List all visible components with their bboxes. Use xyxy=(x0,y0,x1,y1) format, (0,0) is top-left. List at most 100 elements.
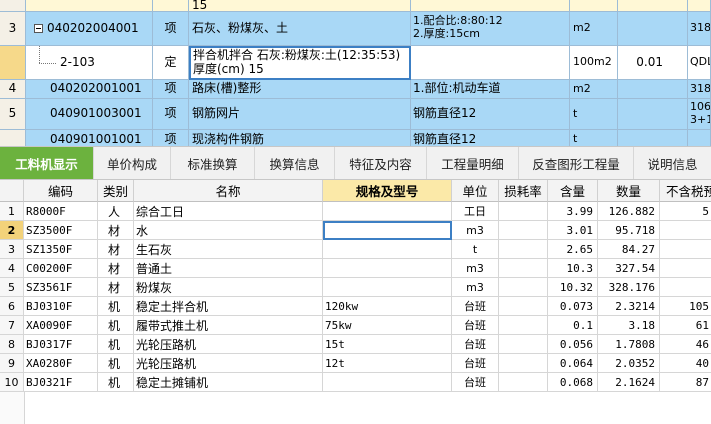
tab-reverse-lookup[interactable]: 反查图形工程量 xyxy=(519,147,634,179)
table-row[interactable]: 6 BJ0310F 机稳定土拌合机 120kw 台班 0.073 2.3214 105 xyxy=(0,297,711,316)
category-cell[interactable]: 机 xyxy=(98,297,134,316)
table-row[interactable]: 8 BJ0317F 机光轮压路机 15t 台班 0.056 1.7808 46 xyxy=(0,335,711,354)
tab-description[interactable]: 说明信息 xyxy=(634,147,711,179)
table-row[interactable]: 2-103 定 拌合机拌合 石灰:粉煤灰:土(12:35:53) 厚度(cm) … xyxy=(0,46,711,80)
qty-cell[interactable] xyxy=(618,99,688,130)
code-cell[interactable]: SZ3561F xyxy=(24,278,98,297)
code-cell[interactable]: BJ0321F xyxy=(24,373,98,392)
unit-cell[interactable]: 项 xyxy=(153,130,189,146)
row-header[interactable] xyxy=(0,0,26,12)
tab-unit-price-composition[interactable]: 单价构成 xyxy=(94,147,171,179)
quantity-cell[interactable]: 328.176 xyxy=(598,278,660,297)
table-row[interactable]: 3 SZ1350F 材生石灰 t 2.65 84.27 xyxy=(0,240,711,259)
content-cell[interactable]: 10.3 xyxy=(548,259,598,278)
row-header[interactable]: 4 xyxy=(0,80,26,99)
price-cell[interactable] xyxy=(660,259,711,278)
table-row[interactable]: 5 SZ3561F 材粉煤灰 m3 10.32 328.176 xyxy=(0,278,711,297)
name-cell[interactable]: 粉煤灰 xyxy=(134,278,323,297)
unit-cell[interactable]: 台班 xyxy=(452,297,499,316)
unit-cell[interactable]: 项 xyxy=(153,99,189,130)
loss-rate-cell[interactable] xyxy=(499,240,548,259)
price-cell[interactable]: 46 xyxy=(660,335,711,354)
spec-cell[interactable]: 15t xyxy=(323,335,452,354)
quantity-cell[interactable]: 327.54 xyxy=(598,259,660,278)
unit-cell[interactable]: 工日 xyxy=(452,202,499,221)
category-cell[interactable]: 材 xyxy=(98,240,134,259)
spec-cell[interactable] xyxy=(323,202,452,221)
code-cell[interactable]: 040901001001 xyxy=(26,130,153,146)
unit-cell[interactable] xyxy=(153,0,189,12)
measure-cell[interactable]: m2 xyxy=(570,80,618,99)
code-cell[interactable]: SZ1350F xyxy=(24,240,98,259)
spec-cell[interactable]: 120kw xyxy=(323,297,452,316)
name-cell-editing[interactable]: 拌合机拌合 石灰:粉煤灰:土(12:35:53) 厚度(cm) 15 xyxy=(189,46,411,80)
row-number[interactable]: 10 xyxy=(0,373,24,392)
code-cell[interactable]: 040901003001 xyxy=(26,99,153,130)
code-cell[interactable]: 040202004001 xyxy=(26,12,153,46)
col-header-price[interactable]: 不含税预 xyxy=(660,180,711,202)
category-cell[interactable]: 材 xyxy=(98,221,134,240)
loss-rate-cell[interactable] xyxy=(499,316,548,335)
content-cell[interactable]: 0.056 xyxy=(548,335,598,354)
spec-cell[interactable]: 75kw xyxy=(323,316,452,335)
col-header-spec[interactable]: 规格及型号 xyxy=(323,180,452,202)
col-header-loss-rate[interactable]: 损耗率 xyxy=(499,180,548,202)
row-number[interactable]: 8 xyxy=(0,335,24,354)
col-header-unit[interactable]: 单位 xyxy=(452,180,499,202)
unit-cell[interactable]: m3 xyxy=(452,259,499,278)
content-cell[interactable]: 3.01 xyxy=(548,221,598,240)
category-cell[interactable]: 机 xyxy=(98,354,134,373)
price-cell[interactable] xyxy=(688,130,711,146)
row-number[interactable]: 2 xyxy=(0,221,24,240)
table-row[interactable]: 3 040202004001 项 石灰、粉煤灰、土 1.配合比:8:80:12 … xyxy=(0,12,711,46)
unit-cell[interactable]: 项 xyxy=(153,80,189,99)
row-number[interactable]: 5 xyxy=(0,278,24,297)
col-header-content[interactable]: 含量 xyxy=(548,180,598,202)
tab-conversion-info[interactable]: 换算信息 xyxy=(255,147,335,179)
table-row[interactable]: 1 R8000F 人综合工日 工日 3.99 126.882 5 xyxy=(0,202,711,221)
table-row[interactable]: 2 SZ3500F 材水 m3 3.01 95.718 xyxy=(0,221,711,240)
desc-cell[interactable]: 钢筋直径12 xyxy=(411,130,570,146)
row-header[interactable]: 3 xyxy=(0,12,26,46)
unit-cell[interactable]: t xyxy=(452,240,499,259)
row-header[interactable]: 5 xyxy=(0,99,26,130)
name-cell[interactable]: 现浇构件钢筋 xyxy=(189,130,411,146)
loss-rate-cell[interactable] xyxy=(499,335,548,354)
loss-rate-cell[interactable] xyxy=(499,354,548,373)
unit-cell[interactable]: 台班 xyxy=(452,354,499,373)
col-header-code[interactable]: 编码 xyxy=(24,180,98,202)
name-cell[interactable]: 光轮压路机 xyxy=(134,354,323,373)
name-cell[interactable]: 普通土 xyxy=(134,259,323,278)
content-cell[interactable]: 0.064 xyxy=(548,354,598,373)
category-cell[interactable]: 材 xyxy=(98,278,134,297)
name-cell[interactable]: 履带式推土机 xyxy=(134,316,323,335)
name-cell[interactable]: 稳定土摊铺机 xyxy=(134,373,323,392)
measure-cell[interactable]: t xyxy=(570,130,618,146)
price-cell[interactable]: 87 xyxy=(660,373,711,392)
name-cell[interactable]: 稳定土拌合机 xyxy=(134,297,323,316)
unit-cell[interactable]: 台班 xyxy=(452,373,499,392)
price-cell[interactable]: 105 xyxy=(660,297,711,316)
spec-cell[interactable] xyxy=(323,259,452,278)
content-cell[interactable]: 0.068 xyxy=(548,373,598,392)
measure-cell[interactable]: m2 xyxy=(570,12,618,46)
row-number[interactable]: 3 xyxy=(0,240,24,259)
content-cell[interactable]: 0.1 xyxy=(548,316,598,335)
measure-cell[interactable]: 100m2 xyxy=(570,46,618,80)
spec-cell[interactable]: 12t xyxy=(323,354,452,373)
desc-cell[interactable]: 钢筋直径12 xyxy=(411,99,570,130)
category-cell[interactable]: 机 xyxy=(98,316,134,335)
desc-cell[interactable] xyxy=(411,0,570,12)
content-cell[interactable]: 2.65 xyxy=(548,240,598,259)
col-header-category[interactable]: 类别 xyxy=(98,180,134,202)
name-cell[interactable]: 钢筋网片 xyxy=(189,99,411,130)
qty-cell[interactable] xyxy=(618,130,688,146)
loss-rate-cell[interactable] xyxy=(499,373,548,392)
row-header[interactable] xyxy=(0,46,26,80)
name-cell[interactable]: 生石灰 xyxy=(134,240,323,259)
loss-rate-cell[interactable] xyxy=(499,278,548,297)
unit-cell[interactable]: m3 xyxy=(452,221,499,240)
table-row[interactable]: 7 XA0090F 机履带式推土机 75kw 台班 0.1 3.18 61 xyxy=(0,316,711,335)
code-cell[interactable]: SZ3500F xyxy=(24,221,98,240)
name-cell[interactable]: 路床(槽)整形 xyxy=(189,80,411,99)
